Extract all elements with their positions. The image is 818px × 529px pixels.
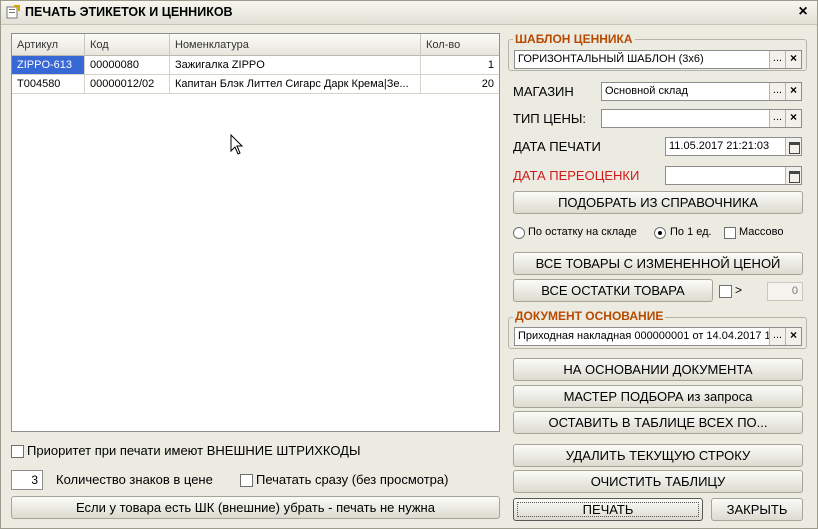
cell-article[interactable]: T004580 [12, 75, 85, 94]
priority-external-barcodes-checkbox[interactable] [11, 445, 24, 458]
radio-by-stock-label: По остатку на складе [528, 226, 637, 238]
pick-from-catalog-button[interactable]: ПОДОБРАТЬ ИЗ СПРАВОЧНИКА [513, 191, 803, 214]
cell-qty[interactable]: 20 [421, 75, 499, 94]
form-icon [6, 5, 20, 19]
changed-price-items-button[interactable]: ВСЕ ТОВАРЫ С ИЗМЕНЕННОЙ ЦЕНОЙ [513, 252, 803, 275]
cell-name[interactable]: Зажигалка ZIPPO [170, 56, 421, 75]
bulk-label: Массово [739, 226, 784, 238]
store-clear-icon[interactable]: × [785, 83, 801, 100]
table-header: Артикул Код Номенклатура Кол-во [12, 34, 499, 56]
reprice-date-label: ДАТА ПЕРЕОЦЕНКИ [513, 168, 640, 183]
template-clear-icon[interactable]: × [785, 51, 801, 68]
selection-wizard-button[interactable]: МАСТЕР ПОДБОРА из запроса [513, 385, 803, 408]
price-type-clear-icon[interactable]: × [785, 110, 801, 127]
radio-by-one[interactable] [654, 227, 666, 239]
clear-table-button[interactable]: ОЧИСТИТЬ ТАБЛИЦУ [513, 470, 803, 493]
price-type-select-icon[interactable]: ... [769, 110, 785, 127]
leave-all-in-table-button[interactable]: ОСТАВИТЬ В ТАБЛИЦЕ ВСЕХ ПО... [513, 411, 803, 434]
all-stock-button[interactable]: ВСЕ ОСТАТКИ ТОВАРА [513, 279, 713, 302]
column-header-article[interactable]: Артикул [12, 34, 85, 56]
price-digits-input[interactable]: 3 [11, 470, 43, 490]
cell-name[interactable]: Капитан Блэк Литтел Сигарс Дарк Крема|Зе… [170, 75, 421, 94]
print-date-label: ДАТА ПЕЧАТИ [513, 139, 601, 154]
price-type-input[interactable]: ... × [601, 109, 802, 128]
greater-than-checkbox[interactable] [719, 285, 732, 298]
reprice-date-calendar-icon[interactable] [785, 167, 801, 184]
store-input[interactable]: Основной склад ... × [601, 82, 802, 101]
print-now-checkbox[interactable] [240, 474, 253, 487]
base-document-group-title: ДОКУМЕНТ ОСНОВАНИЕ [513, 309, 666, 323]
column-header-name[interactable]: Номенклатура [170, 34, 421, 56]
template-value: ГОРИЗОНТАЛЬНЫЙ ШАБЛОН (3x6) [518, 53, 704, 65]
base-document-select-icon[interactable]: ... [769, 328, 785, 345]
print-now-label: Печатать сразу (без просмотра) [256, 472, 449, 487]
print-date-value: 11.05.2017 21:21:03 [669, 140, 770, 152]
cell-qty[interactable]: 1 [421, 56, 499, 75]
cell-code[interactable]: 00000080 [85, 56, 170, 75]
print-button[interactable]: ПЕЧАТЬ [513, 498, 703, 521]
close-button[interactable]: ЗАКРЫТЬ [711, 498, 803, 521]
print-date-input[interactable]: 11.05.2017 21:21:03 [665, 137, 802, 156]
base-document-input[interactable]: Приходная накладная 000000001 от 14.04.2… [514, 327, 802, 346]
by-document-button[interactable]: НА ОСНОВАНИИ ДОКУМЕНТА [513, 358, 803, 381]
bulk-checkbox[interactable] [724, 227, 736, 239]
radio-by-stock[interactable] [513, 227, 525, 239]
window-title: ПЕЧАТЬ ЭТИКЕТОК И ЦЕННИКОВ [25, 5, 233, 19]
close-window-icon[interactable]: × [795, 3, 811, 21]
title-bar: ПЕЧАТЬ ЭТИКЕТОК И ЦЕННИКОВ × [1, 1, 817, 25]
cell-article[interactable]: ZIPPO-613 [12, 56, 85, 75]
greater-than-label: > [735, 283, 743, 297]
base-document-clear-icon[interactable]: × [785, 328, 801, 345]
column-header-code[interactable]: Код [85, 34, 170, 56]
print-date-calendar-icon[interactable] [785, 138, 801, 155]
delete-current-row-button[interactable]: УДАЛИТЬ ТЕКУЩУЮ СТРОКУ [513, 444, 803, 467]
column-header-qty[interactable]: Кол-во [421, 34, 499, 56]
cell-code[interactable]: 00000012/02 [85, 75, 170, 94]
remove-external-barcode-button[interactable]: Если у товара есть ШК (внешние) убрать -… [11, 496, 500, 519]
radio-by-one-label: По 1 ед. [670, 226, 712, 238]
store-select-icon[interactable]: ... [769, 83, 785, 100]
base-document-value: Приходная накладная 000000001 от 14.04.2… [518, 330, 780, 342]
greater-than-input[interactable]: 0 [767, 282, 803, 301]
store-value: Основной склад [605, 85, 688, 97]
template-input[interactable]: ГОРИЗОНТАЛЬНЫЙ ШАБЛОН (3x6) ... × [514, 50, 802, 69]
labels-table[interactable]: Артикул Код Номенклатура Кол-во ZIPPO-61… [11, 33, 500, 432]
store-label: МАГАЗИН [513, 84, 574, 99]
template-group-title: ШАБЛОН ЦЕННИКА [513, 32, 635, 46]
template-select-icon[interactable]: ... [769, 51, 785, 68]
focus-rectangle [517, 502, 699, 517]
print-labels-window: ПЕЧАТЬ ЭТИКЕТОК И ЦЕННИКОВ × Артикул Код… [0, 0, 818, 529]
mouse-cursor-icon [230, 134, 244, 155]
table-row[interactable]: T004580 00000012/02 Капитан Блэк Литтел … [12, 75, 499, 94]
priority-external-barcodes-label: Приоритет при печати имеют ВНЕШНИЕ ШТРИХ… [27, 443, 361, 458]
price-type-label: ТИП ЦЕНЫ: [513, 111, 587, 126]
table-row[interactable]: ZIPPO-613 00000080 Зажигалка ZIPPO 1 [12, 56, 499, 75]
price-digits-label: Количество знаков в цене [56, 472, 213, 487]
reprice-date-input[interactable]: . . : : [665, 166, 802, 185]
